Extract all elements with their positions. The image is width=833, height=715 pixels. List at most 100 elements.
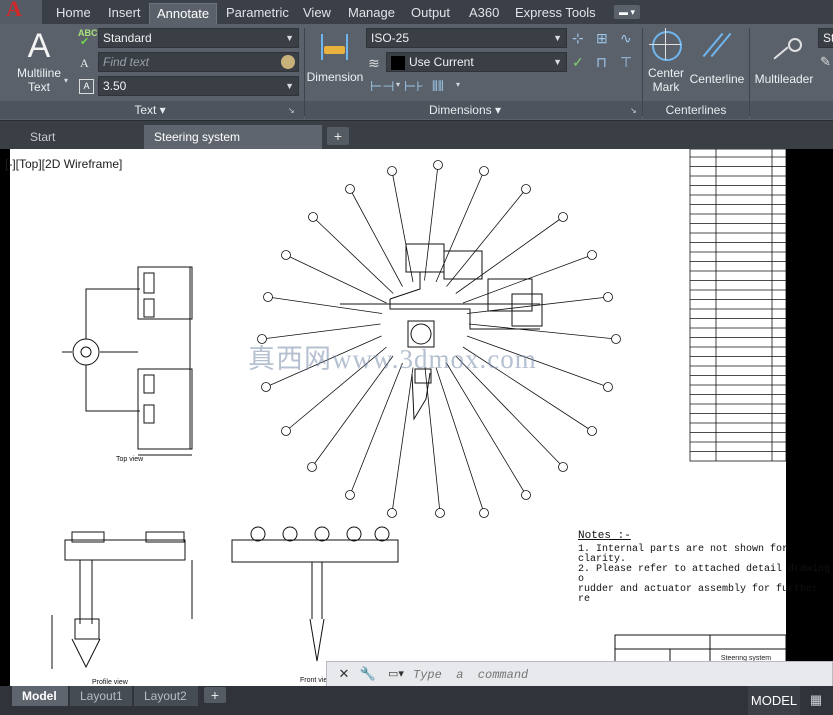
- balloon-callout: [433, 160, 443, 170]
- reassociate-dimension-icon[interactable]: ⊤: [620, 54, 632, 71]
- center-mark-button[interactable]: Center Mark: [644, 26, 688, 94]
- tab-model[interactable]: Model: [12, 686, 68, 706]
- balloon-callout: [281, 426, 291, 436]
- tab-start[interactable]: Start: [20, 125, 140, 149]
- new-layout-button[interactable]: +: [204, 687, 226, 703]
- balloon-callout: [281, 250, 291, 260]
- balloon-callout: [263, 292, 273, 302]
- dimensions-panel-title[interactable]: Dimensions ▾: [410, 102, 520, 118]
- chevron-down-icon: ▼: [285, 33, 294, 43]
- inspect-dimension-icon[interactable]: ✓: [572, 54, 584, 71]
- balloon-callout: [587, 426, 597, 436]
- text-style-icon: A: [80, 56, 89, 70]
- multileader-button[interactable]: Multileader: [752, 26, 816, 86]
- tab-steering-system-assembly[interactable]: Steering system assembly✕: [144, 125, 322, 168]
- leader-line: [267, 296, 383, 314]
- leader-line: [285, 254, 387, 304]
- wrench-icon[interactable]: 🔧: [359, 664, 377, 684]
- adjust-space-icon[interactable]: ⊞: [596, 30, 608, 47]
- balloon-callout: [479, 508, 489, 518]
- viewport-border-left: [0, 149, 10, 686]
- leader-line: [391, 367, 414, 514]
- command-line: ✕ 🔧 ▭▾: [326, 661, 833, 687]
- drawing-canvas[interactable]: [-][Top][2D Wireframe] 真西网www.3dmox.com …: [0, 149, 833, 686]
- autocad-logo-icon: A: [6, 0, 22, 21]
- tab-view[interactable]: View: [296, 3, 338, 24]
- leader-line: [391, 170, 414, 283]
- multileader-style-select[interactable]: Sta: [818, 28, 833, 48]
- balloon-callout: [261, 382, 271, 392]
- profile-view-caption: Profile view: [92, 679, 128, 686]
- dimension-layer-select[interactable]: Use Current ▼: [386, 52, 567, 72]
- tab-a360[interactable]: A360: [462, 3, 506, 24]
- status-bar: Model Layout1 Layout2 + MODEL ▦: [0, 686, 833, 715]
- tab-annotate[interactable]: Annotate: [149, 3, 218, 24]
- leader-line: [435, 170, 485, 283]
- command-input[interactable]: [411, 665, 715, 685]
- balloon-callout: [387, 166, 397, 176]
- update-dimension-icon[interactable]: ⊓: [596, 54, 607, 71]
- dimension-break-icon[interactable]: ⊹: [572, 30, 584, 47]
- tab-layout1[interactable]: Layout1: [70, 686, 132, 706]
- center-mark-label: Center: [647, 66, 685, 80]
- multiline-text-dropdown-icon[interactable]: ▾: [64, 76, 68, 85]
- jogged-linear-icon[interactable]: ∿: [620, 30, 632, 47]
- multiline-text-button[interactable]: A Multiline Text: [10, 26, 68, 94]
- note-line: rudder and actuator assembly for further…: [578, 584, 819, 605]
- tab-layout2[interactable]: Layout2: [134, 686, 198, 706]
- tab-output[interactable]: Output: [404, 3, 457, 24]
- balloon-callout: [435, 508, 445, 518]
- notes-block: Notes :- 1. Internal parts are not shown…: [578, 531, 833, 605]
- tab-express-tools[interactable]: Express Tools: [508, 3, 603, 24]
- ribbon: A Multiline Text ▾ ABC ✔ A A Standard ▼ F…: [0, 24, 833, 121]
- tab-insert[interactable]: Insert: [101, 3, 148, 24]
- balloon-callout: [479, 166, 489, 176]
- balloon-callout: [387, 508, 397, 518]
- center-mark-icon: [644, 26, 688, 66]
- multiline-text-label: Multiline: [16, 66, 61, 80]
- application-menu-button[interactable]: A: [0, 0, 42, 24]
- text-style-select[interactable]: Standard ▼: [98, 28, 299, 48]
- dimension-style-value: ISO-25: [371, 31, 410, 45]
- leaders-panel-bar[interactable]: [750, 101, 833, 119]
- chevron-down-icon[interactable]: ▾: [456, 80, 460, 89]
- command-history-icon[interactable]: ▭▾: [383, 664, 409, 684]
- multiline-text-label-2: Text: [27, 80, 50, 94]
- text-panel-title[interactable]: Text ▾: [100, 102, 200, 118]
- centerline-button[interactable]: Centerline: [688, 26, 746, 86]
- dimension-button[interactable]: Dimension: [306, 26, 364, 84]
- profile-view: [51, 531, 193, 669]
- find-text-input[interactable]: Find text: [98, 52, 299, 72]
- continue-dimension-icon[interactable]: ⊢⊣: [370, 78, 394, 95]
- new-tab-button[interactable]: +: [327, 127, 349, 145]
- balloon-callout: [603, 292, 613, 302]
- add-leader-icon[interactable]: ✎: [820, 54, 831, 70]
- close-icon[interactable]: ✕: [335, 664, 353, 684]
- model-space-button[interactable]: MODEL: [748, 686, 800, 715]
- text-style-value: Standard: [103, 31, 152, 45]
- centerline-icon: [688, 26, 746, 66]
- dimension-label: Dimension: [306, 70, 364, 84]
- balloon-callout: [345, 184, 355, 194]
- leader-line: [349, 362, 403, 496]
- centerlines-panel-title[interactable]: Centerlines: [643, 102, 749, 118]
- tab-home[interactable]: Home: [49, 3, 98, 24]
- grid-icon[interactable]: ▦: [804, 692, 828, 710]
- dimensions-panel-launcher-icon[interactable]: ↘: [630, 106, 637, 115]
- text-height-value: 3.50: [103, 79, 127, 93]
- chevron-down-icon[interactable]: ▾: [396, 80, 400, 89]
- tab-manage[interactable]: Manage: [341, 3, 402, 24]
- layer-stack-icon: ≋: [368, 55, 380, 71]
- balloon-callout: [558, 212, 568, 222]
- dimension-style-select[interactable]: ISO-25 ▼: [366, 28, 567, 48]
- viewport-border-right: [786, 149, 833, 686]
- text-height-select[interactable]: 3.50 ▼: [98, 76, 299, 96]
- text-panel-launcher-icon[interactable]: ↘: [288, 106, 295, 115]
- balloon-callout: [308, 212, 318, 222]
- find-replace-icon[interactable]: [281, 55, 295, 69]
- leader-line: [424, 367, 441, 514]
- tab-parametric[interactable]: Parametric: [219, 3, 296, 24]
- baseline-dimension-icon[interactable]: ⫴⫴: [432, 78, 444, 95]
- ribbon-display-dropdown[interactable]: ▬ ▾: [614, 5, 641, 19]
- quick-dimension-icon[interactable]: ⊢⊦: [404, 78, 423, 95]
